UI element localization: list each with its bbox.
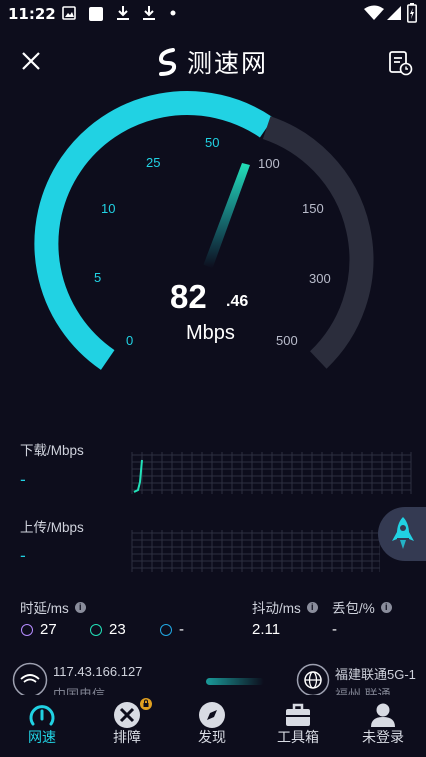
connection-line: [206, 678, 264, 685]
jitter-label-text: 抖动/ms: [252, 601, 301, 616]
nav-toolbox[interactable]: 工具箱: [258, 695, 338, 757]
bottom-nav: 网速 排障 发现 工具箱 未登录: [0, 695, 426, 757]
latency-down: 23: [90, 621, 126, 638]
tools-icon: [114, 702, 140, 728]
image-icon: [62, 6, 76, 20]
user-icon: [371, 703, 395, 727]
speed-gauge: 0 5 10 25 50 100 150 300 500: [0, 90, 426, 420]
nav-troubleshoot[interactable]: 排障: [87, 695, 167, 757]
app-title-text: 测速网: [187, 49, 269, 78]
tick-10: 10: [101, 201, 116, 216]
latency-label-text: 时延/ms: [20, 601, 69, 616]
rocket-icon: [392, 517, 414, 549]
dot-icon: [170, 10, 176, 16]
latency-up: -: [160, 621, 184, 638]
latency-idle-value: 27: [40, 621, 57, 638]
latency-up-value: -: [179, 621, 184, 638]
jitter-label: 抖动/ms i: [252, 597, 318, 617]
nav-troubleshoot-label: 排障: [113, 730, 141, 746]
speedometer-icon: [29, 705, 55, 726]
status-bar: 11:22: [0, 0, 426, 28]
nav-speed[interactable]: 网速: [2, 695, 82, 757]
tick-25: 25: [146, 155, 161, 170]
gauge-track-arc: [262, 116, 374, 369]
upload-value: -: [20, 546, 26, 565]
logo-icon: [158, 48, 177, 76]
download-icon: [117, 6, 129, 20]
speed-value-decimal: .46: [226, 293, 249, 310]
upload-latency-icon: [160, 623, 172, 636]
nav-account[interactable]: 未登录: [343, 695, 423, 757]
nav-speed-label: 网速: [28, 730, 56, 746]
download-value: -: [20, 470, 26, 489]
upload-chart: [131, 530, 380, 572]
download-label: 下载/Mbps: [20, 443, 84, 458]
loss-label-text: 丢包/%: [332, 601, 375, 616]
upload-label: 上传/Mbps: [20, 520, 84, 535]
globe-icon[interactable]: [296, 663, 330, 697]
latency-idle: 27: [21, 621, 57, 638]
boost-button[interactable]: [378, 507, 426, 561]
jitter-value: 2.11: [252, 621, 281, 638]
cell-signal-icon: [387, 6, 401, 20]
nav-toolbox-label: 工具箱: [277, 730, 319, 746]
tick-300: 300: [309, 271, 331, 286]
lock-badge-icon: [140, 698, 152, 710]
speed-unit: Mbps: [186, 322, 235, 344]
client-ip: 117.43.166.127: [53, 664, 143, 679]
latency-info-icon[interactable]: i: [74, 601, 86, 613]
battery-icon: [407, 3, 417, 23]
gauge-needle: [203, 163, 250, 269]
loss-info-icon[interactable]: i: [380, 601, 392, 613]
nav-discover[interactable]: 发现: [172, 695, 252, 757]
download-icon-2: [143, 6, 155, 20]
tick-5: 5: [94, 270, 102, 285]
latency-down-value: 23: [109, 621, 126, 638]
loss-value: -: [332, 621, 337, 638]
history-icon[interactable]: [388, 50, 414, 76]
latency-label: 时延/ms i: [20, 597, 86, 617]
tick-500: 500: [276, 333, 298, 348]
tick-50: 50: [205, 135, 220, 150]
download-chart: [131, 452, 412, 494]
app-title: 测速网: [155, 45, 285, 79]
idle-latency-icon: [21, 623, 33, 636]
server-node[interactable]: 福建联通5G-1: [335, 664, 416, 683]
speed-value-integer: 82: [170, 278, 207, 315]
tick-100: 100: [258, 156, 280, 171]
jitter-info-icon[interactable]: i: [306, 601, 318, 613]
close-icon[interactable]: [20, 50, 42, 72]
nav-discover-label: 发现: [198, 730, 226, 746]
nav-account-label: 未登录: [362, 730, 404, 746]
tick-150: 150: [302, 201, 324, 216]
compass-icon: [199, 702, 225, 728]
status-time: 11:22: [8, 5, 56, 23]
download-latency-icon: [90, 623, 102, 636]
tick-0: 0: [126, 333, 134, 348]
network-wifi-icon: [12, 662, 48, 698]
loss-label: 丢包/% i: [332, 597, 392, 617]
toolbox-icon: [286, 703, 310, 726]
square-app-icon: [89, 7, 103, 21]
wifi-icon: [364, 5, 384, 20]
